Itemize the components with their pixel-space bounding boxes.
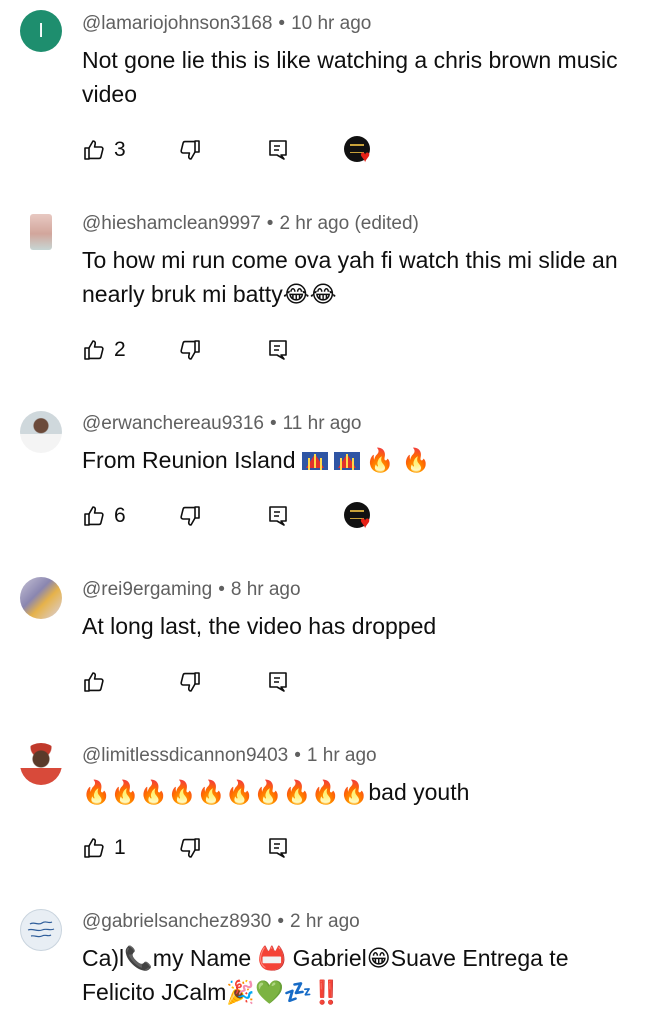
thumb-down-icon <box>180 340 200 360</box>
comment-text: 🔥🔥🔥🔥🔥🔥🔥🔥🔥🔥bad youth <box>82 779 470 805</box>
avatar-script-image <box>27 921 55 938</box>
comment-meta: @gabrielsanchez8930 • 2 hr ago <box>82 911 360 933</box>
meta-separator: • <box>269 413 277 434</box>
thumb-down-icon <box>180 672 200 692</box>
comment-text: Not gone lie this is like watching a chr… <box>82 47 618 107</box>
comment-author[interactable]: @gabrielsanchez8930 <box>82 911 271 932</box>
thumb-down-icon <box>180 838 200 858</box>
like-count: 2 <box>114 338 126 361</box>
reply-comment-icon <box>269 838 287 858</box>
comment-author[interactable]: @rei9ergaming <box>82 579 212 600</box>
comment-meta: @limitlessdicannon9403 • 1 hr ago <box>82 745 377 767</box>
creator-heart: ♥ <box>344 134 378 166</box>
comment-time: 2 hr ago (edited) <box>279 213 419 234</box>
comment-text: At long last, the video has dropped <box>82 613 437 639</box>
like-button[interactable]: 1 <box>82 832 126 864</box>
comment-time: 2 hr ago <box>290 911 360 932</box>
reply-button[interactable] <box>266 500 290 532</box>
thumb-up-icon <box>84 140 104 160</box>
like-button[interactable] <box>82 666 114 698</box>
creator-heart-icon: ♥ <box>344 134 378 166</box>
comment-time: 1 hr ago <box>306 745 377 766</box>
comment-actions: 6 ♥ <box>82 500 502 532</box>
dislike-button[interactable] <box>178 334 202 366</box>
avatar[interactable] <box>20 577 62 619</box>
comment-text: From Reunion Island 🔥 🔥 <box>82 443 642 478</box>
comment-emoji: 🔥 🔥 <box>365 448 431 474</box>
comment-actions: 2 <box>82 334 502 366</box>
comment-text-main: From Reunion Island <box>82 447 296 473</box>
meta-separator: • <box>294 745 301 766</box>
comment-time: 10 hr ago <box>291 13 372 34</box>
creator-heart: ♥ <box>344 500 378 532</box>
thumb-down-icon <box>180 140 200 160</box>
reply-comment-icon <box>269 506 287 526</box>
comment-time: 11 hr ago <box>282 413 362 434</box>
comment-meta: @hieshamclean9997 • 2 hr ago (edited) <box>82 213 419 235</box>
meta-separator: • <box>277 911 285 932</box>
avatar[interactable]: I <box>20 10 62 52</box>
comment-author[interactable]: @lamariojohnson3168 <box>82 13 272 34</box>
reply-comment-icon <box>269 140 287 160</box>
comment-actions: 3 ♥ <box>82 134 502 166</box>
like-count: 6 <box>114 504 126 527</box>
avatar-letter: I <box>38 19 44 42</box>
like-count: 3 <box>114 138 126 161</box>
meta-separator: • <box>266 213 274 234</box>
comment-meta: @erwanchereau9316 • 11 hr ago <box>82 413 362 435</box>
like-count: 1 <box>114 836 126 859</box>
heart-icon: ♥ <box>360 513 371 532</box>
thumb-up-icon <box>84 506 104 526</box>
thumb-up-icon <box>84 340 104 360</box>
thumb-down-icon <box>180 506 200 526</box>
avatar[interactable] <box>20 411 62 453</box>
comment-meta: @lamariojohnson3168 • 10 hr ago <box>82 13 371 35</box>
comment-text: Ca)l📞my Name 📛 Gabriel😁Suave Entrega te … <box>82 945 569 1005</box>
dislike-button[interactable] <box>178 832 202 864</box>
comment-text: To how mi run come ova yah fi watch this… <box>82 247 618 307</box>
dislike-button[interactable] <box>178 134 202 166</box>
avatar[interactable] <box>20 743 62 785</box>
thumb-up-icon <box>84 672 104 692</box>
comment-actions <box>82 666 502 698</box>
reunion-flag-icon <box>301 452 328 470</box>
comment-time: 8 hr ago <box>230 579 301 600</box>
like-button[interactable]: 6 <box>82 500 126 532</box>
comment-meta: @rei9ergaming • 8 hr ago <box>82 579 301 601</box>
dislike-button[interactable] <box>178 500 202 532</box>
reply-button[interactable] <box>266 832 290 864</box>
meta-separator: • <box>278 13 286 34</box>
reply-comment-icon <box>269 340 287 360</box>
reply-button[interactable] <box>266 334 290 366</box>
avatar[interactable] <box>30 214 52 250</box>
reply-comment-icon <box>269 672 287 692</box>
comment-actions: 1 <box>82 832 502 864</box>
meta-separator: • <box>218 579 225 600</box>
like-button[interactable]: 2 <box>82 334 126 366</box>
comment-author[interactable]: @limitlessdicannon9403 <box>82 745 288 766</box>
heart-icon: ♥ <box>360 147 371 166</box>
avatar[interactable] <box>20 909 62 951</box>
thumb-up-icon <box>84 838 104 858</box>
reply-button[interactable] <box>266 666 290 698</box>
like-button[interactable]: 3 <box>82 134 126 166</box>
dislike-button[interactable] <box>178 666 202 698</box>
reply-button[interactable] <box>266 134 290 166</box>
reunion-flag-icon <box>333 452 360 470</box>
comment-author[interactable]: @hieshamclean9997 <box>82 213 261 234</box>
creator-heart-icon: ♥ <box>344 500 378 532</box>
comment-author[interactable]: @erwanchereau9316 <box>82 413 264 434</box>
